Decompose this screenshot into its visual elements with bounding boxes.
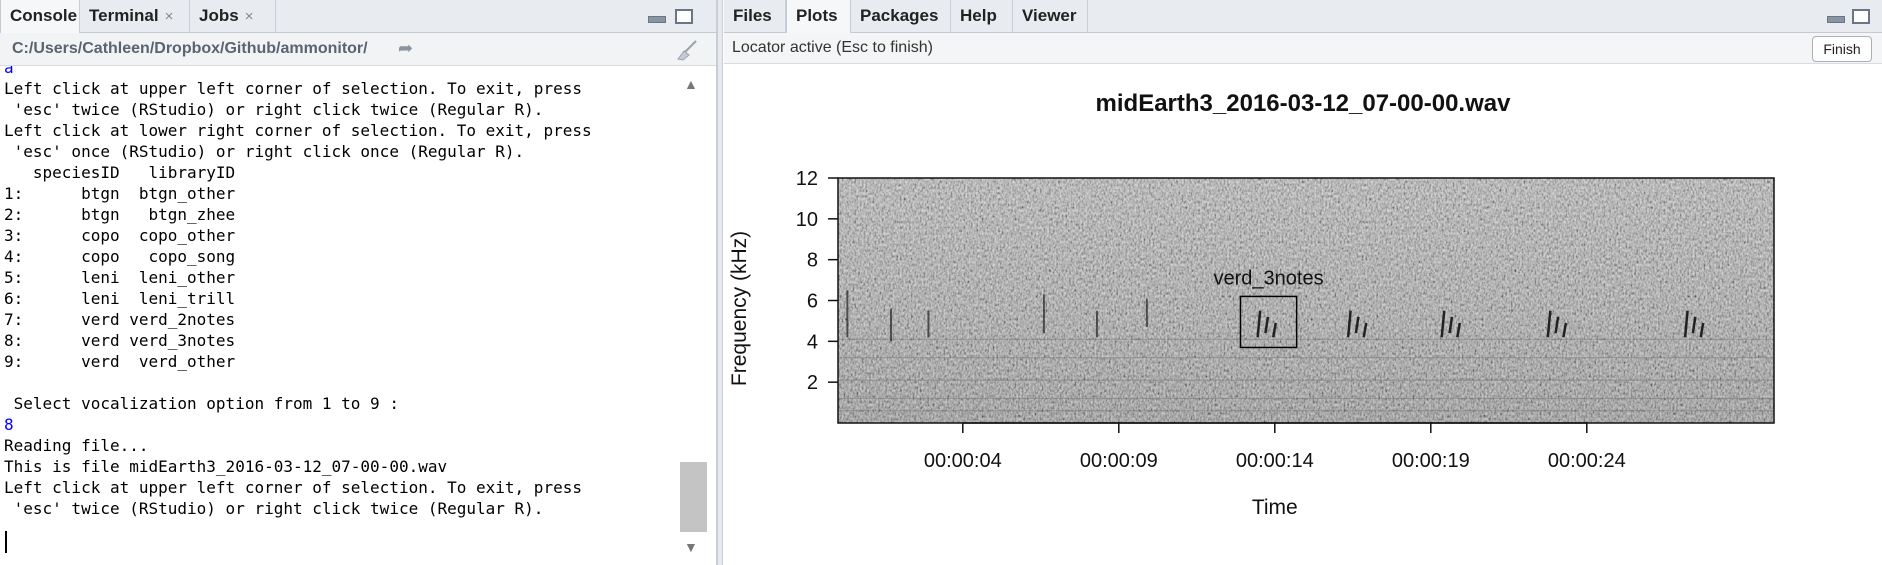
console-line: a [4,66,14,77]
minimize-plots-pane-icon[interactable] [1827,16,1845,23]
tab-files[interactable]: Files [724,0,786,32]
maximize-pane-icon[interactable] [675,9,693,24]
console-line: 7: verd verd_2notes [4,310,236,329]
tab-jobs[interactable]: Jobs × [190,0,276,32]
scroll-up-arrow-icon[interactable]: ▲ [684,76,698,92]
x-tick-label: 00:00:14 [1236,450,1314,472]
y-tick-label: 12 [796,168,818,190]
maximize-plots-pane-icon[interactable] [1852,9,1870,24]
x-tick-label: 00:00:19 [1392,450,1470,472]
tab-console-label: Console [10,6,78,25]
y-tick-label: 10 [796,209,818,231]
console-output[interactable]: a Left click at upper left corner of sele… [0,66,676,560]
tab-packages-label: Packages [860,6,939,25]
console-line: 8 [4,415,14,434]
x-axis-label: Time [1252,496,1298,519]
tab-viewer-label: Viewer [1022,6,1077,25]
tab-jobs-close-icon[interactable]: × [245,8,254,25]
console-line: 'esc' twice (RStudio) or right click twi… [4,499,544,518]
console-line: Left click at lower right corner of sele… [4,121,592,140]
selection-label: verd_3notes [1214,267,1324,289]
console-line: 6: leni leni_trill [4,289,236,308]
console-line: 2: btgn btgn_zhee [4,205,236,224]
console-line: 5: leni leni_other [4,268,236,287]
x-tick-label: 00:00:24 [1548,450,1626,472]
y-tick-label: 8 [807,250,818,272]
working-directory-bar: C:/Users/Cathleen/Dropbox/Github/ammonit… [0,33,716,66]
y-tick-label: 4 [807,331,818,353]
pane-splitter[interactable] [717,0,723,565]
tab-help-label: Help [960,6,997,25]
tab-jobs-label: Jobs [199,6,239,25]
tab-files-label: Files [733,6,772,25]
console-line: 3: copo copo_other [4,226,236,245]
working-directory-path: C:/Users/Cathleen/Dropbox/Github/ammonit… [12,40,368,57]
tab-plots[interactable]: Plots [786,0,851,33]
console-line: This is file midEarth3_2016-03-12_07-00-… [4,457,448,476]
y-tick-label: 6 [807,291,818,313]
spectrogram-plot[interactable]: midEarth3_2016-03-12_07-00-00.wav verd_3… [724,64,1882,560]
console-line: 1: btgn btgn_other [4,184,236,203]
console-line: Reading file... [4,436,149,455]
tab-console[interactable]: Console [0,0,80,33]
tab-plots-label: Plots [796,6,838,25]
go-to-directory-icon[interactable]: ➦ [398,38,413,59]
tab-terminal-label: Terminal [89,6,159,25]
plot-title: midEarth3_2016-03-12_07-00-00.wav [1096,90,1512,117]
plots-tabbar: Files Plots Packages Help Viewer [724,0,1882,33]
console-line: 'esc' once (RStudio) or right click once… [4,142,525,161]
finish-button[interactable]: Finish [1812,36,1872,62]
tab-viewer[interactable]: Viewer [1013,0,1088,32]
console-line: Left click at upper left corner of selec… [4,79,582,98]
console-line: Select vocalization option from 1 to 9 : [4,394,399,413]
y-axis-label: Frequency (kHz) [728,231,751,386]
spectrogram-noise [838,178,1774,423]
tab-terminal-close-icon[interactable]: × [165,8,174,25]
scroll-down-arrow-icon[interactable]: ▼ [684,539,698,555]
console-scrollbar-thumb[interactable] [680,462,707,532]
console-line: speciesID libraryID [4,163,236,182]
console-line: 'esc' twice (RStudio) or right click twi… [4,100,544,119]
y-tick-label: 2 [807,372,818,394]
locator-bar: Locator active (Esc to finish) Finish [724,33,1882,64]
spectrogram-area: verd_3notes [837,177,1775,424]
clear-console-broom-icon[interactable] [674,39,700,61]
console-tabbar: Console Terminal × Jobs × [0,0,716,33]
console-line: Left click at upper left corner of selec… [4,478,582,497]
tab-help[interactable]: Help [951,0,1013,32]
minimize-pane-icon[interactable] [648,16,666,23]
tab-packages[interactable]: Packages [851,0,951,32]
console-pane: Console Terminal × Jobs × C:/Users/Cathlee… [0,0,717,565]
console-line: 4: copo copo_song [4,247,236,266]
plots-pane: Files Plots Packages Help Viewer Locator… [724,0,1882,565]
locator-status: Locator active (Esc to finish) [732,39,933,56]
console-line: 9: verd verd_other [4,352,236,371]
tab-terminal[interactable]: Terminal × [80,0,190,32]
x-tick-label: 00:00:04 [924,450,1002,472]
x-tick-label: 00:00:09 [1080,450,1158,472]
console-line: 8: verd verd_3notes [4,331,236,350]
console-input-cursor[interactable] [5,531,7,553]
